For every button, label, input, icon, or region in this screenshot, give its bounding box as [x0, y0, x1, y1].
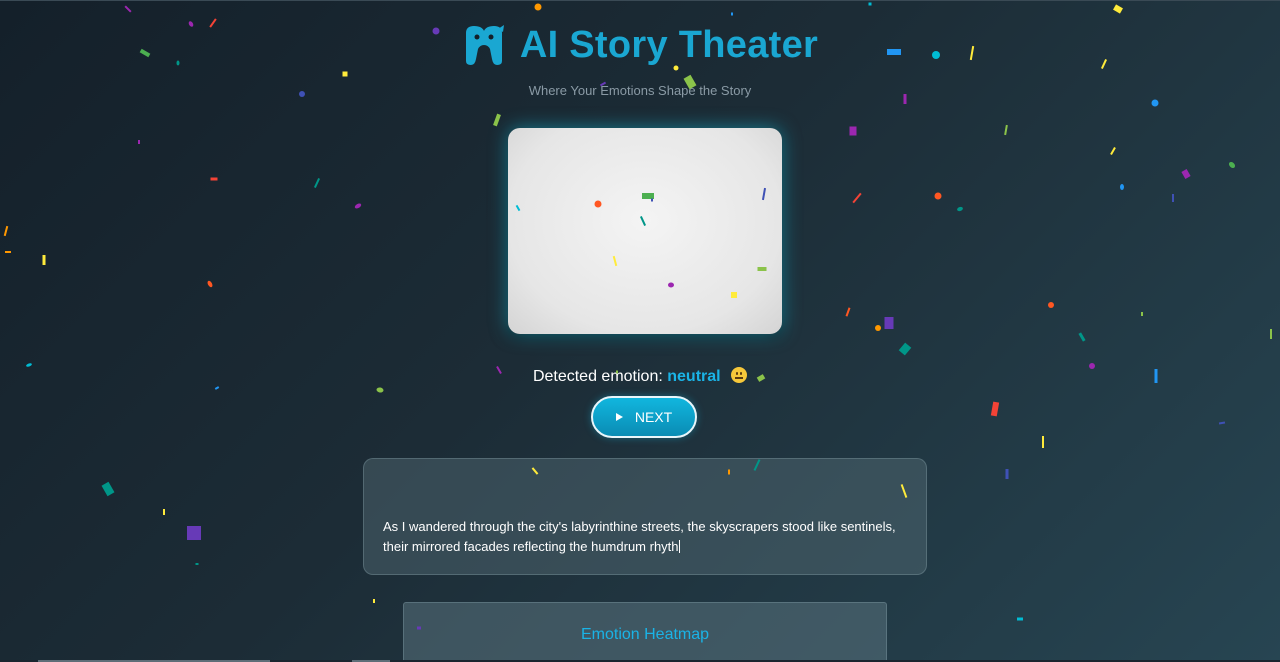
play-icon — [615, 413, 623, 421]
detected-emotion: Detected emotion: neutral — [0, 367, 1280, 386]
confetti-piece — [5, 251, 11, 253]
next-button-label: NEXT — [634, 409, 673, 425]
emotion-value: neutral — [667, 368, 721, 385]
confetti-piece — [210, 177, 218, 181]
confetti-piece — [313, 178, 321, 188]
confetti-piece — [214, 386, 220, 390]
confetti-piece — [875, 325, 881, 331]
title-row: AI Story Theater — [0, 23, 1280, 67]
app-tagline: Where Your Emotions Shape the Story — [528, 83, 752, 98]
app-title: AI Story Theater — [519, 23, 819, 66]
webcam-preview — [508, 128, 782, 334]
confetti-piece — [1228, 161, 1236, 169]
confetti-piece — [1078, 332, 1086, 342]
app-header: AI Story Theater Where Your Emotions Sha… — [0, 23, 1280, 98]
confetti-piece — [849, 126, 857, 136]
confetti-piece — [124, 5, 132, 13]
confetti-piece — [138, 140, 140, 144]
confetti-piece — [373, 599, 375, 603]
confetti-piece — [163, 509, 165, 515]
next-button[interactable]: NEXT — [591, 396, 697, 438]
confetti-piece — [957, 206, 963, 212]
neutral-face-icon — [731, 367, 748, 383]
confetti-piece — [1110, 147, 1116, 155]
confetti-piece — [934, 192, 942, 200]
typing-caret — [678, 540, 680, 553]
tooth-mascot-icon — [465, 25, 504, 65]
story-panel: As I wandered through the city's labyrin… — [363, 458, 927, 575]
confetti-piece — [1042, 436, 1044, 448]
confetti-piece — [534, 3, 542, 11]
heatmap-title: Emotion Heatmap — [580, 626, 710, 643]
confetti-piece — [101, 481, 115, 497]
confetti-piece — [1004, 124, 1008, 136]
confetti-piece — [990, 401, 1000, 417]
confetti-piece — [1120, 184, 1124, 190]
confetti-piece — [42, 255, 46, 265]
confetti-piece — [1005, 469, 1009, 479]
confetti-piece — [1181, 169, 1191, 179]
confetti-piece — [884, 317, 894, 329]
confetti-piece — [1048, 302, 1054, 308]
confetti-piece — [1113, 4, 1123, 14]
confetti-piece — [868, 2, 872, 6]
confetti-piece — [1270, 329, 1272, 339]
confetti-piece — [207, 280, 213, 288]
confetti-piece — [852, 192, 862, 204]
confetti-piece — [195, 563, 199, 565]
confetti-piece — [1017, 617, 1023, 621]
emotion-heatmap-panel: Emotion Heatmap — [403, 602, 887, 662]
confetti-piece — [1151, 99, 1159, 107]
confetti-piece — [845, 307, 851, 317]
confetti-piece — [898, 342, 912, 356]
confetti-piece — [1141, 312, 1143, 316]
story-text: As I wandered through the city's labyrin… — [383, 519, 896, 554]
confetti-piece — [731, 12, 733, 16]
emotion-prefix: Detected emotion: — [532, 368, 663, 385]
confetti-piece — [1172, 194, 1174, 202]
confetti-piece — [493, 113, 501, 127]
confetti-piece — [1218, 421, 1226, 425]
confetti-piece — [187, 526, 201, 540]
confetti-piece — [3, 225, 9, 237]
confetti-piece — [354, 203, 362, 209]
confetti-piece — [376, 387, 384, 393]
